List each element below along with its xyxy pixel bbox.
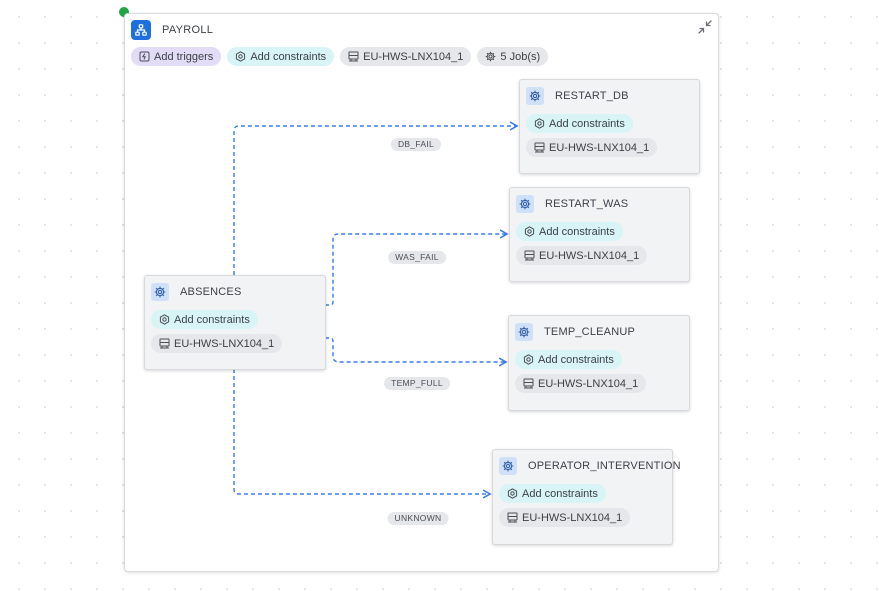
server-icon <box>159 338 170 349</box>
edge-unknown[interactable] <box>233 369 492 499</box>
gear-icon <box>516 195 534 213</box>
job-header: TEMP_CLEANUP <box>515 323 635 341</box>
server-icon <box>534 142 545 153</box>
job-server-chip[interactable]: EU-HWS-LNX104_1 <box>151 334 283 353</box>
edge-temp-full[interactable] <box>325 337 508 367</box>
job-server-chip[interactable]: EU-HWS-LNX104_1 <box>515 374 647 393</box>
job-server-chip[interactable]: EU-HWS-LNX104_1 <box>516 246 648 265</box>
server-icon <box>507 512 518 523</box>
job-server-label: EU-HWS-LNX104_1 <box>539 249 640 262</box>
job-add-constraints-button[interactable]: Add constraints <box>151 310 258 329</box>
constraint-icon <box>534 118 545 129</box>
job-node-restart-was[interactable]: RESTART_WAS Add constraints EU-HWS-LNX10… <box>509 187 690 282</box>
server-icon <box>523 378 534 389</box>
gear-icon <box>515 323 533 341</box>
job-server-label: EU-HWS-LNX104_1 <box>522 511 623 524</box>
gear-icon <box>499 457 517 475</box>
job-header: OPERATOR_INTERVENTION <box>499 457 681 475</box>
flow-canvas[interactable]: PAYROLL Add triggers Add constraints EU-… <box>0 0 879 591</box>
job-server-label: EU-HWS-LNX104_1 <box>549 141 650 154</box>
job-constraints-label: Add constraints <box>538 353 614 366</box>
job-node-operator-intervention[interactable]: OPERATOR_INTERVENTION Add constraints EU… <box>492 449 681 545</box>
job-name: OPERATOR_INTERVENTION <box>528 460 681 472</box>
edge-was-fail[interactable] <box>325 229 509 306</box>
constraint-icon <box>159 314 170 325</box>
job-node-temp-cleanup[interactable]: TEMP_CLEANUP Add constraints EU-HWS-LNX1… <box>508 315 690 411</box>
job-constraints-label: Add constraints <box>539 225 615 238</box>
job-constraints-label: Add constraints <box>522 487 598 500</box>
job-constraints-label: Add constraints <box>174 313 250 326</box>
edge-label-db-fail[interactable]: DB_FAIL <box>390 138 442 151</box>
job-name: ABSENCES <box>180 286 242 298</box>
constraint-icon <box>523 354 534 365</box>
job-constraints-label: Add constraints <box>549 117 625 130</box>
job-server-label: EU-HWS-LNX104_1 <box>538 377 639 390</box>
job-add-constraints-button[interactable]: Add constraints <box>499 484 606 503</box>
connection-edges <box>233 121 519 499</box>
constraint-icon <box>507 488 518 499</box>
job-name: RESTART_DB <box>555 90 629 102</box>
job-add-constraints-button[interactable]: Add constraints <box>515 350 622 369</box>
gear-icon <box>526 87 544 105</box>
server-icon <box>524 250 535 261</box>
job-node-restart-db[interactable]: RESTART_DB Add constraints EU-HWS-LNX104… <box>519 79 700 174</box>
edge-label-temp-full[interactable]: TEMP_FULL <box>384 377 450 390</box>
job-server-label: EU-HWS-LNX104_1 <box>174 337 275 350</box>
job-header: RESTART_WAS <box>516 195 628 213</box>
edge-label-unknown[interactable]: UNKNOWN <box>387 512 449 525</box>
job-server-chip[interactable]: EU-HWS-LNX104_1 <box>526 138 658 157</box>
constraint-icon <box>524 226 535 237</box>
edge-label-was-fail[interactable]: WAS_FAIL <box>388 251 446 264</box>
job-header: RESTART_DB <box>526 87 629 105</box>
gear-icon <box>151 283 169 301</box>
edge-db-fail[interactable] <box>233 121 519 275</box>
job-name: RESTART_WAS <box>545 198 629 210</box>
job-name: TEMP_CLEANUP <box>544 326 636 338</box>
job-header: ABSENCES <box>151 283 242 301</box>
job-add-constraints-button[interactable]: Add constraints <box>526 114 633 133</box>
job-node-absences[interactable]: ABSENCES Add constraints EU-HWS-LNX104_1 <box>144 275 326 370</box>
job-server-chip[interactable]: EU-HWS-LNX104_1 <box>499 508 631 527</box>
job-add-constraints-button[interactable]: Add constraints <box>516 222 623 241</box>
